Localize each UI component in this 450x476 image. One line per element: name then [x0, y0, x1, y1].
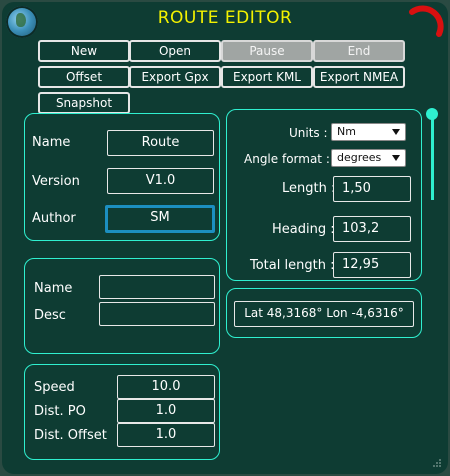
angle-format-select-value: degrees — [337, 151, 382, 164]
route-editor-window: ROUTE EDITOR New Open Pause End Offset E… — [2, 2, 448, 474]
route-author-label: Author — [32, 211, 76, 226]
speed-field[interactable]: 10.0 — [117, 375, 215, 399]
total-length-label: Total length : — [250, 258, 335, 273]
export-kml-button[interactable]: Export KML — [221, 66, 313, 88]
route-version-label: Version — [32, 174, 80, 189]
angle-format-label: Angle format : — [244, 152, 330, 166]
window-title: ROUTE EDITOR — [157, 8, 293, 28]
resize-grip-icon[interactable] — [432, 458, 442, 468]
waypoint-desc-label: Desc — [34, 308, 66, 323]
dist-offset-field[interactable]: 1.0 — [117, 423, 215, 447]
units-select-value: Nm — [337, 125, 356, 138]
waypoint-desc-field[interactable] — [99, 302, 215, 326]
export-nmea-button[interactable]: Export NMEA — [313, 66, 405, 88]
total-length-field[interactable]: 12,95 — [333, 252, 411, 278]
export-gpx-button[interactable]: Export Gpx — [129, 66, 221, 88]
scrollbar-track[interactable] — [431, 118, 434, 200]
offset-button[interactable]: Offset — [38, 66, 130, 88]
chevron-down-icon — [392, 129, 400, 135]
waypoint-name-label: Name — [34, 281, 73, 296]
close-icon[interactable] — [406, 4, 444, 42]
route-name-label: Name — [32, 135, 71, 150]
waypoint-name-field[interactable] — [99, 275, 215, 299]
new-button[interactable]: New — [38, 40, 130, 62]
dist-po-label: Dist. PO — [34, 404, 86, 419]
route-author-field[interactable]: SM — [105, 205, 215, 233]
snapshot-button[interactable]: Snapshot — [38, 92, 130, 114]
scrollbar-handle[interactable] — [426, 108, 438, 120]
units-label: Units : — [289, 126, 328, 140]
route-version-field[interactable]: V1.0 — [107, 168, 214, 194]
end-button[interactable]: End — [313, 40, 405, 62]
length-field[interactable]: 1,50 — [333, 176, 411, 202]
position-readout: Lat 48,3168° Lon -4,6316° — [234, 301, 414, 327]
speed-label: Speed — [34, 380, 75, 395]
route-name-field[interactable]: Route — [107, 130, 214, 156]
units-select[interactable]: Nm — [331, 123, 406, 141]
dist-offset-label: Dist. Offset — [34, 428, 107, 443]
length-label: Length : — [282, 181, 336, 196]
dist-po-field[interactable]: 1.0 — [117, 399, 215, 423]
open-button[interactable]: Open — [129, 40, 221, 62]
heading-label: Heading : — [272, 222, 335, 237]
heading-field[interactable]: 103,2 — [333, 216, 411, 242]
chevron-down-icon — [392, 155, 400, 161]
pause-button[interactable]: Pause — [221, 40, 313, 62]
angle-format-select[interactable]: degrees — [331, 149, 406, 167]
